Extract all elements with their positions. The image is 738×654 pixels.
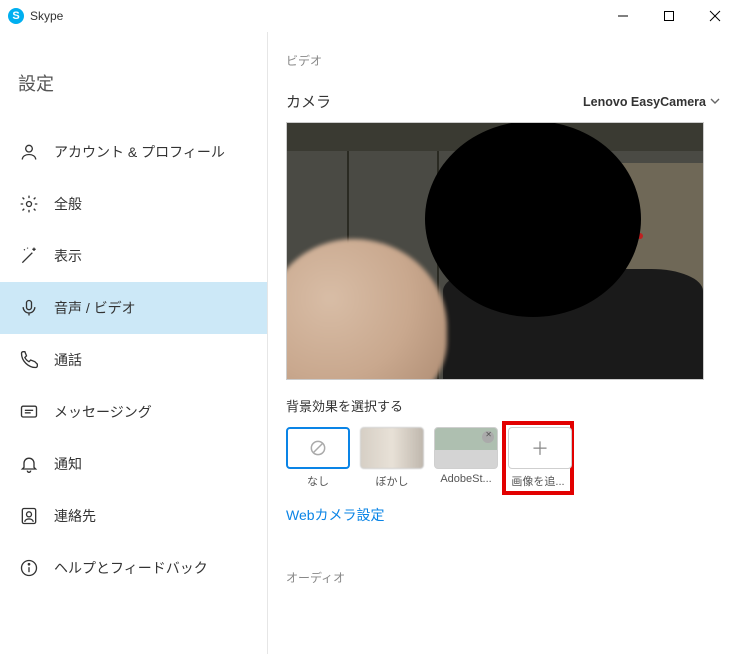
background-options: なし ぼかし AdobeSt... ＋ 画像を追... — [286, 427, 720, 489]
minimize-button[interactable] — [600, 0, 646, 32]
sidebar-item-label: メッセージング — [54, 402, 152, 422]
camera-value: Lenovo EasyCamera — [583, 95, 706, 109]
none-thumb — [286, 427, 350, 469]
bg-option-add-image[interactable]: ＋ 画像を追... — [506, 425, 570, 491]
settings-sidebar: 設定 アカウント & プロフィール 全般 表示 音声 / ビデオ — [0, 32, 268, 654]
sidebar-item-label: 表示 — [54, 246, 82, 266]
sidebar-item-calling[interactable]: 通話 — [0, 334, 267, 386]
camera-preview — [286, 122, 704, 380]
video-section-label: ビデオ — [286, 52, 720, 69]
wand-icon — [18, 246, 40, 266]
bg-caption: AdobeSt... — [434, 473, 498, 485]
background-effect-label: 背景効果を選択する — [286, 396, 720, 415]
sidebar-item-contacts[interactable]: 連絡先 — [0, 490, 267, 542]
audio-section-label: オーディオ — [286, 569, 720, 586]
adobe-thumb — [434, 427, 498, 469]
sidebar-item-label: 通話 — [54, 350, 82, 370]
bell-icon — [18, 454, 40, 474]
bg-option-blur[interactable]: ぼかし — [360, 427, 424, 489]
plus-icon: ＋ — [531, 435, 549, 461]
settings-title: 設定 — [0, 62, 267, 126]
sidebar-item-label: ヘルプとフィードバック — [54, 558, 208, 578]
gear-icon — [18, 194, 40, 214]
maximize-button[interactable] — [646, 0, 692, 32]
bg-caption: ぼかし — [360, 473, 424, 489]
app-title: Skype — [30, 9, 63, 23]
webcam-settings-link[interactable]: Webカメラ設定 — [286, 505, 720, 525]
add-image-thumb: ＋ — [508, 427, 572, 469]
sidebar-item-general[interactable]: 全般 — [0, 178, 267, 230]
mic-icon — [18, 298, 40, 318]
sidebar-item-audio-video[interactable]: 音声 / ビデオ — [0, 282, 267, 334]
sidebar-item-messaging[interactable]: メッセージング — [0, 386, 267, 438]
camera-dropdown[interactable]: Lenovo EasyCamera — [583, 95, 720, 109]
bg-option-none[interactable]: なし — [286, 427, 350, 489]
info-icon — [18, 558, 40, 578]
close-button[interactable] — [692, 0, 738, 32]
camera-label: カメラ — [286, 91, 331, 112]
titlebar: S Skype — [0, 0, 738, 32]
contacts-icon — [18, 506, 40, 526]
bg-option-adobe[interactable]: AdobeSt... — [434, 427, 498, 485]
blur-thumb — [360, 427, 424, 469]
phone-icon — [18, 350, 40, 370]
skype-logo-icon: S — [8, 8, 24, 24]
sidebar-item-help[interactable]: ヘルプとフィードバック — [0, 542, 267, 594]
chevron-down-icon — [710, 95, 720, 109]
main-pane: ビデオ カメラ Lenovo EasyCamera 背景効果を選択する — [268, 32, 738, 654]
sidebar-item-label: 全般 — [54, 194, 82, 214]
sidebar-item-label: 音声 / ビデオ — [54, 298, 136, 318]
sidebar-item-label: アカウント & プロフィール — [54, 142, 225, 162]
sidebar-item-label: 通知 — [54, 454, 82, 474]
webcam-settings-link-text: Webカメラ設定 — [286, 507, 385, 523]
bg-caption: 画像を追... — [508, 473, 568, 489]
sidebar-item-notifications[interactable]: 通知 — [0, 438, 267, 490]
bg-caption: なし — [286, 473, 350, 489]
account-icon — [18, 142, 40, 162]
sidebar-item-account[interactable]: アカウント & プロフィール — [0, 126, 267, 178]
sidebar-item-label: 連絡先 — [54, 506, 96, 526]
message-icon — [18, 402, 40, 422]
sidebar-item-appearance[interactable]: 表示 — [0, 230, 267, 282]
